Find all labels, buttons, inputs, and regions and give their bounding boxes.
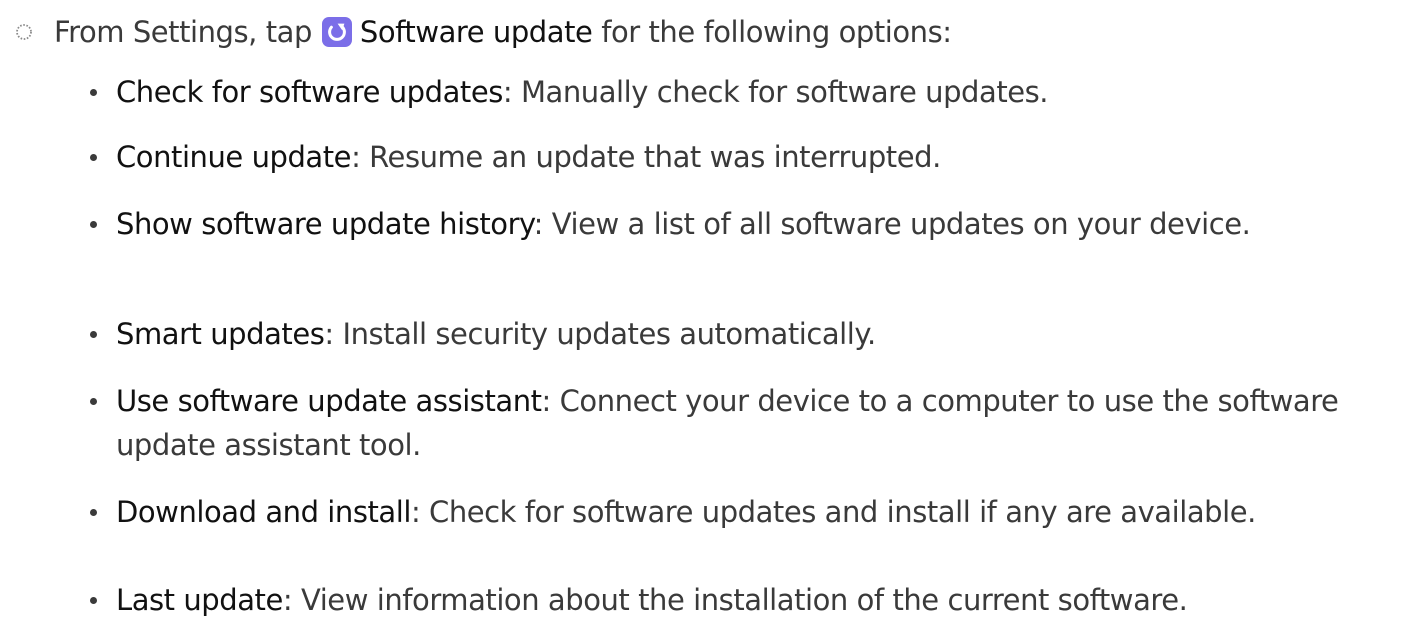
- bullet-point: [90, 154, 97, 161]
- bullet-point: [90, 89, 97, 96]
- option-description: : Manually check for software updates.: [502, 75, 1049, 109]
- option-update-history: Show software update history: View a lis…: [90, 202, 1406, 246]
- bullet-point: [90, 509, 97, 516]
- bullet-point: [90, 221, 97, 228]
- option-description: : View information about the installatio…: [282, 583, 1188, 617]
- option-term: Smart updates: [116, 317, 325, 351]
- option-description: : Resume an update that was interrupted.: [351, 140, 941, 174]
- option-continue-update: Continue update: Resume an update that w…: [90, 135, 1406, 179]
- instruction-step: From Settings, tap Software update for t…: [0, 10, 952, 54]
- software-update-label: Software update: [359, 15, 593, 49]
- software-update-icon: [321, 17, 352, 47]
- bullet-point: [90, 331, 97, 338]
- option-smart-updates: Smart updates: Install security updates …: [90, 312, 1406, 356]
- intro-text-before: From Settings, tap: [54, 15, 312, 49]
- bullet-point: [90, 398, 97, 405]
- option-last-update: Last update: View information about the …: [90, 578, 1406, 622]
- option-term: Check for software updates: [116, 75, 503, 109]
- option-term: Last update: [116, 583, 283, 617]
- step-circle-icon: [16, 24, 32, 40]
- option-description: : Check for software updates and install…: [410, 495, 1256, 529]
- bullet-point: [90, 597, 97, 604]
- option-term: Show software update history: [116, 207, 534, 241]
- option-check-for-updates: Check for software updates: Manually che…: [90, 70, 1406, 114]
- option-term: Download and install: [116, 495, 411, 529]
- option-update-assistant: Use software update assistant: Connect y…: [90, 379, 1406, 467]
- option-term: Continue update: [116, 140, 352, 174]
- option-description: : View a list of all software updates on…: [533, 207, 1251, 241]
- option-term: Use software update assistant: [116, 384, 542, 418]
- option-download-install: Download and install: Check for software…: [90, 490, 1406, 534]
- intro-text-after: for the following options:: [601, 15, 952, 49]
- option-description: : Install security updates automatically…: [324, 317, 876, 351]
